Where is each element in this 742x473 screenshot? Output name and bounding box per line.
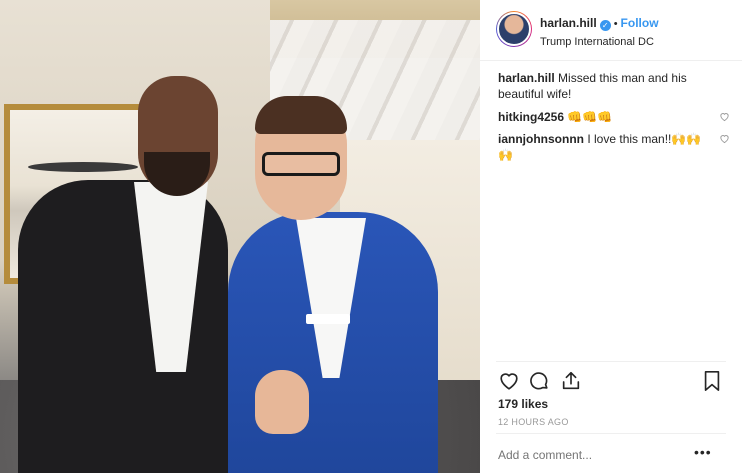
bookmark-icon[interactable] [702, 370, 722, 392]
separator-dot: • [613, 18, 618, 30]
instagram-post: harlan.hill ✓ • Follow Trump International … [0, 0, 742, 473]
avatar[interactable] [497, 12, 531, 46]
header-username[interactable]: harlan.hill [540, 16, 597, 30]
comment-icon[interactable] [528, 370, 550, 392]
pocket-square [306, 314, 350, 324]
action-bar [496, 368, 726, 394]
thumbs-up-hand [255, 370, 309, 434]
add-comment-input[interactable] [498, 448, 678, 462]
comment-item: hitking4256 👊👊👊 [498, 109, 730, 125]
caption: harlan.hill Missed this man and his beau… [498, 70, 730, 102]
avatar-story-ring[interactable] [496, 11, 532, 47]
likes-count[interactable]: 179 likes [498, 397, 548, 411]
post-header: harlan.hill ✓ • Follow Trump International … [480, 0, 742, 61]
comment-item: iannjohnsonnn I love this man!!🙌🙌🙌 [498, 131, 730, 163]
post-side-panel: harlan.hill ✓ • Follow Trump International … [480, 0, 742, 473]
follow-button[interactable]: Follow [621, 16, 659, 30]
comments-list: harlan.hill Missed this man and his beau… [498, 70, 730, 163]
comment-username[interactable]: iannjohnsonnn [498, 132, 584, 146]
divider [496, 433, 726, 434]
caption-username[interactable]: harlan.hill [498, 71, 555, 85]
comment-like-icon[interactable] [719, 111, 730, 122]
man-right-hair [255, 96, 347, 134]
post-timestamp[interactable]: 12 HOURS AGO [498, 417, 569, 427]
post-photo[interactable] [0, 0, 480, 473]
more-options-button[interactable]: ••• [694, 444, 712, 460]
location-link[interactable]: Trump International DC [540, 36, 659, 48]
divider [496, 361, 726, 362]
comment-like-icon[interactable] [719, 133, 730, 144]
verified-badge-icon: ✓ [599, 20, 611, 31]
man-right-glasses [262, 152, 340, 176]
heart-icon[interactable] [498, 370, 520, 392]
share-icon[interactable] [560, 370, 582, 392]
header-text: harlan.hill ✓ • Follow Trump International … [540, 14, 659, 48]
comment-username[interactable]: hitking4256 [498, 110, 564, 124]
comment-text: 👊👊👊 [567, 110, 613, 124]
